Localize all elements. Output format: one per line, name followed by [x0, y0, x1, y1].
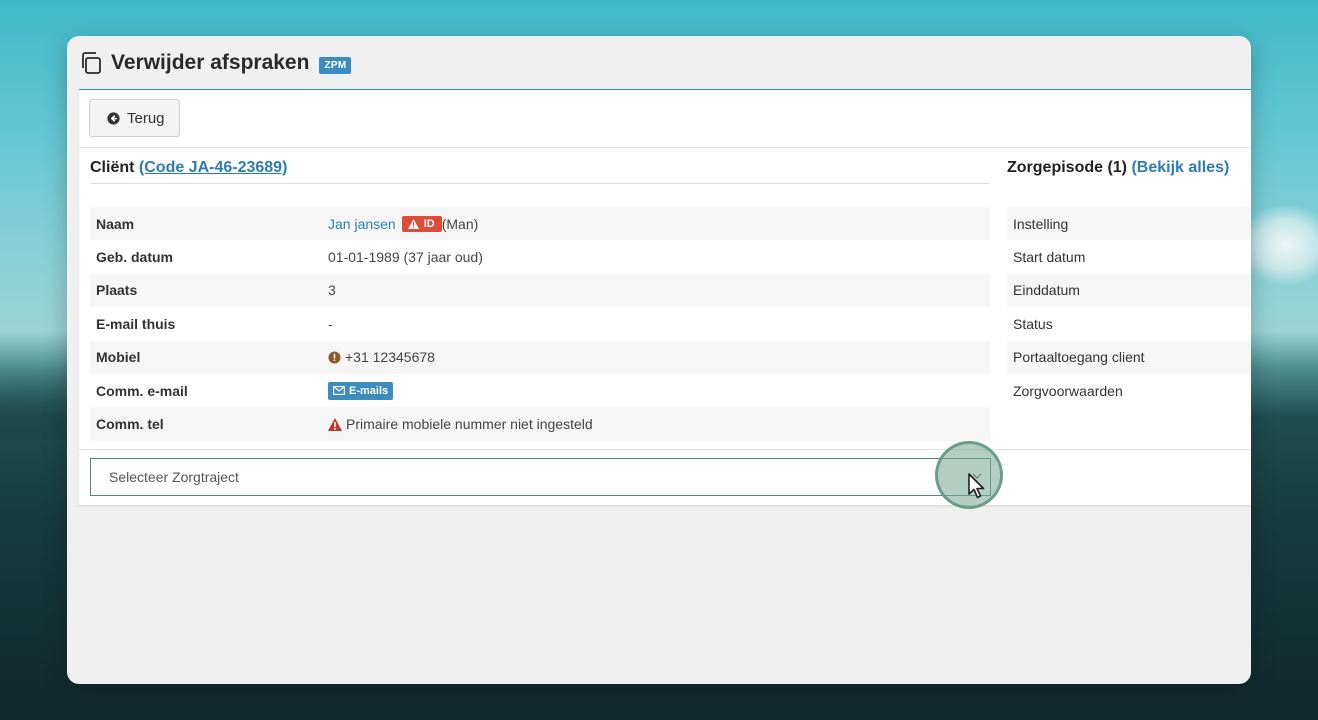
- exclamation-circle-icon: [328, 351, 341, 364]
- mobile-number: +31 12345678: [345, 349, 435, 366]
- row-value: 01-01-1989 (37 jaar oud): [328, 249, 483, 266]
- emails-badge-label: E-mails: [349, 384, 389, 397]
- table-row: Comm. e-mail E-mails: [90, 374, 990, 407]
- table-row: Naam Jan jansen ID (Man): [90, 207, 990, 241]
- envelope-icon: [333, 386, 345, 396]
- page-title: Verwijder afspraken: [111, 51, 310, 74]
- id-warning-badge[interactable]: ID: [401, 215, 442, 232]
- gender-label: (Man): [441, 215, 479, 232]
- zorgepisode-table: Instelling Start datum Einddatum Status …: [1007, 207, 1251, 407]
- client-heading: Cliënt (Code JA-46-23689): [90, 158, 990, 184]
- row-value: Primaire mobiele nummer niet ingesteld: [328, 416, 593, 432]
- zorgepisode-section: Zorgepisode (1) (Bekijk alles) Instellin…: [1007, 158, 1251, 407]
- warning-icon: [328, 417, 342, 431]
- warning-icon: [407, 218, 419, 229]
- row-label: E-mail thuis: [96, 315, 176, 332]
- client-section: Cliënt (Code JA-46-23689) Naam Jan janse…: [90, 158, 990, 441]
- row-value: E-mails: [328, 381, 394, 400]
- table-row: Portaaltoegang client: [1007, 340, 1251, 374]
- view-all-link[interactable]: (Bekijk alles): [1131, 159, 1229, 176]
- arrow-circle-left-icon: [107, 111, 120, 125]
- row-value: 3: [328, 282, 336, 299]
- row-label: Comm. e-mail: [96, 382, 188, 399]
- table-row: E-mail thuis -: [90, 307, 990, 340]
- toolbar: Terug: [79, 90, 1251, 148]
- row-label: Comm. tel: [96, 416, 164, 433]
- row-label: Geb. datum: [96, 249, 174, 266]
- table-row: Instelling: [1007, 207, 1251, 241]
- table-row: Status: [1013, 315, 1053, 332]
- table-row: Zorgvoorwaarden: [1013, 382, 1123, 399]
- zpm-badge: ZPM: [319, 56, 352, 74]
- back-button[interactable]: Terug: [89, 99, 180, 137]
- mouse-cursor-icon: [968, 473, 985, 499]
- table-row: Geb. datum 01-01-1989 (37 jaar oud): [90, 240, 990, 273]
- table-row: Start datum: [1013, 249, 1086, 266]
- window-titlebar: Verwijder afspraken ZPM: [79, 48, 352, 78]
- client-heading-label: Cliënt: [90, 159, 135, 176]
- emails-badge[interactable]: E-mails: [328, 381, 394, 400]
- section-divider: [79, 449, 1251, 450]
- phone-warning-text: Primaire mobiele nummer niet ingesteld: [346, 416, 593, 433]
- main-panel: Terug Cliënt (Code JA-46-23689) Naam Jan…: [79, 89, 1251, 505]
- row-label: Plaats: [96, 282, 138, 299]
- row-value: Jan jansen ID (Man): [328, 215, 479, 232]
- zorgtraject-select[interactable]: Selecteer Zorgtraject: [90, 458, 991, 496]
- client-details-table: Naam Jan jansen ID (Man) Geb. datum 01-0…: [90, 207, 990, 441]
- row-value: -: [328, 315, 333, 332]
- client-code-link[interactable]: (Code JA-46-23689): [139, 159, 288, 176]
- table-row: Comm. tel Primaire mobiele nummer niet i…: [90, 407, 990, 441]
- zorgtraject-select-placeholder: Selecteer Zorgtraject: [109, 469, 239, 485]
- zorgepisode-heading-label: Zorgepisode (1): [1007, 159, 1128, 176]
- client-name-link[interactable]: Jan jansen: [328, 216, 396, 232]
- row-label: Mobiel: [96, 349, 141, 366]
- back-button-label: Terug: [127, 109, 165, 127]
- row-label: Naam: [96, 215, 135, 232]
- table-row: Mobiel +31 12345678: [90, 340, 990, 374]
- zorgepisode-heading: Zorgepisode (1) (Bekijk alles): [1007, 158, 1251, 184]
- table-row: Einddatum: [1007, 273, 1251, 308]
- row-value: +31 12345678: [328, 349, 435, 365]
- table-row: Plaats 3: [90, 273, 990, 308]
- id-badge-label: ID: [423, 217, 435, 230]
- app-window: Verwijder afspraken ZPM Terug Cliënt (Co…: [67, 36, 1251, 684]
- copy-icon: [82, 52, 101, 74]
